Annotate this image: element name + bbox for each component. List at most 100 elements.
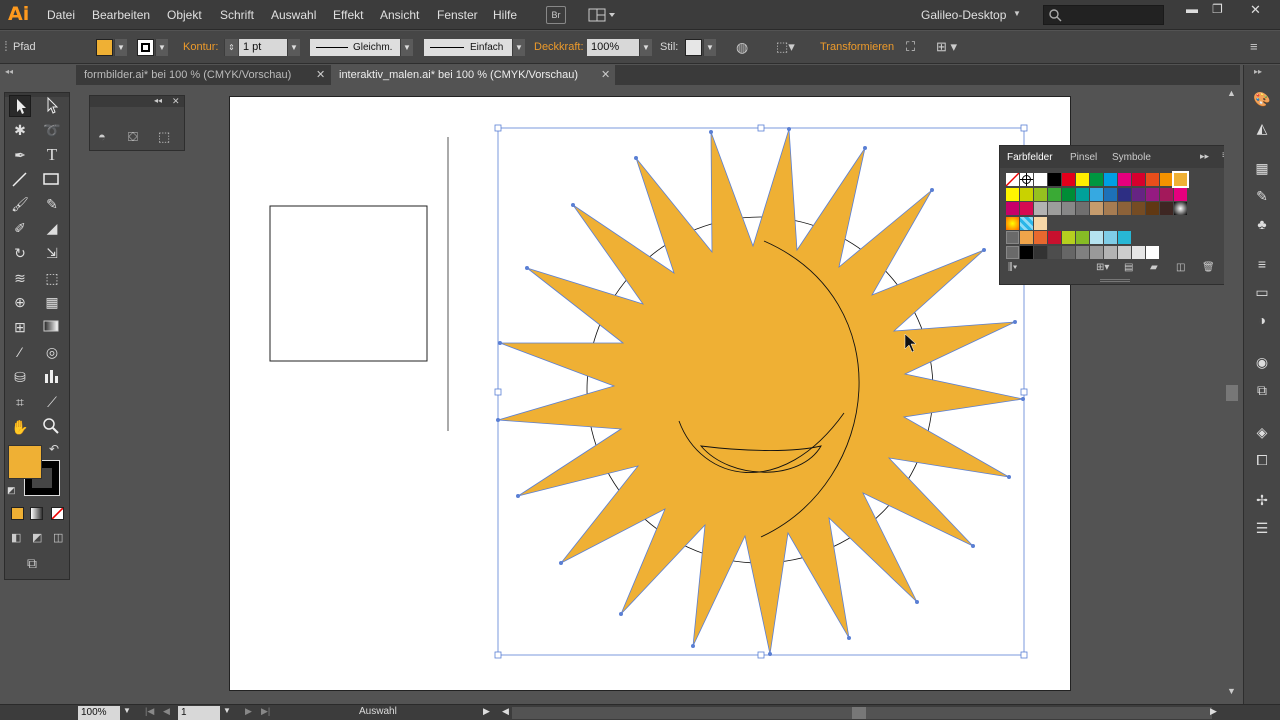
color-swatch[interactable]: [1160, 187, 1173, 201]
search-input[interactable]: [1043, 5, 1164, 25]
none-mode-icon[interactable]: [51, 507, 64, 520]
paintbrush-icon[interactable]: 🖌: [9, 193, 31, 215]
restore-icon[interactable]: ❐: [1212, 2, 1223, 16]
zoom-tool-icon[interactable]: [41, 416, 63, 438]
color-swatch[interactable]: [1062, 231, 1075, 244]
isolate-group-icon[interactable]: ⛶: [906, 39, 915, 55]
new-swatch-icon[interactable]: ◫: [1176, 262, 1185, 273]
color-swatch[interactable]: [1160, 173, 1173, 186]
arrange-icon[interactable]: ⊞ ▾: [936, 39, 957, 55]
color-swatch[interactable]: [1104, 173, 1117, 186]
new-group-icon[interactable]: ▰: [1150, 262, 1158, 273]
gradient-mode-icon[interactable]: [30, 507, 43, 520]
color-swatch[interactable]: [1062, 173, 1075, 186]
color-swatch[interactable]: [1104, 202, 1117, 215]
color-swatch[interactable]: [1020, 202, 1033, 215]
color-swatch[interactable]: [1076, 202, 1089, 215]
chevron-down-icon[interactable]: ▼: [1013, 9, 1021, 18]
stroke-weight-stepper[interactable]: ⇕: [224, 39, 238, 56]
delete-swatch-icon[interactable]: 🗑: [1202, 262, 1215, 273]
color-swatch[interactable]: [1146, 187, 1159, 201]
gradient-icon[interactable]: ▭: [1252, 283, 1272, 301]
status-menu-icon[interactable]: ▶: [483, 706, 490, 717]
color-swatch[interactable]: [1006, 231, 1019, 244]
first-artboard-icon[interactable]: |◀: [145, 706, 154, 717]
color-swatch[interactable]: [1146, 245, 1159, 259]
last-artboard-icon[interactable]: ▶|: [261, 706, 270, 717]
swap-fill-stroke-icon[interactable]: ↶: [49, 442, 59, 456]
vertical-scrollbar[interactable]: ▲ ▼: [1224, 85, 1240, 705]
menu-bearbeiten[interactable]: Bearbeiten: [92, 8, 150, 22]
prev-artboard-icon[interactable]: ◀: [163, 706, 170, 717]
zoom-dropdown-icon[interactable]: ▼: [123, 706, 131, 715]
color-swatch[interactable]: [1118, 187, 1131, 201]
pencil-icon[interactable]: ✎: [41, 193, 63, 215]
rotate-tool-icon[interactable]: ↻: [9, 242, 31, 264]
color-swatch[interactable]: [1118, 231, 1131, 244]
color-swatch[interactable]: [1020, 245, 1033, 259]
blob-brush-icon[interactable]: ✐: [9, 217, 31, 239]
symbol-sprayer-icon[interactable]: ⛁: [9, 366, 31, 388]
color-swatch[interactable]: [1076, 231, 1089, 244]
symbols-icon[interactable]: ♣: [1252, 215, 1272, 233]
fill-dropdown[interactable]: ▼: [114, 39, 127, 56]
color-swatch[interactable]: [1146, 202, 1159, 215]
slice-tool-icon[interactable]: ⟋: [41, 391, 63, 413]
color-icon[interactable]: ◭: [1252, 119, 1272, 137]
gradient-tool-icon[interactable]: [41, 316, 63, 338]
horizontal-scrollbar[interactable]: [512, 707, 1212, 719]
color-swatch[interactable]: [1062, 202, 1075, 215]
color-swatch[interactable]: [1174, 202, 1187, 215]
rectangle-tool-icon[interactable]: [41, 169, 63, 191]
stroke-dropdown[interactable]: ▼: [155, 39, 168, 56]
color-swatch[interactable]: [1034, 173, 1047, 186]
color-swatch[interactable]: [1090, 202, 1103, 215]
color-swatch[interactable]: [1006, 202, 1019, 215]
next-artboard-icon[interactable]: ▶: [245, 706, 252, 717]
color-swatch[interactable]: [1132, 173, 1145, 186]
color-swatch[interactable]: [1118, 202, 1131, 215]
stroke-weight-dropdown[interactable]: ▼: [287, 39, 300, 56]
color-swatch[interactable]: [1118, 173, 1131, 186]
line-tool-icon[interactable]: [9, 169, 31, 191]
color-swatch[interactable]: [1020, 216, 1033, 230]
selection-icon[interactable]: ⬚: [158, 129, 170, 145]
transform-label[interactable]: Transformieren: [820, 41, 894, 53]
show-kinds-icon[interactable]: ⊞▾: [1096, 262, 1109, 273]
menu-objekt[interactable]: Objekt: [167, 8, 202, 22]
kontur-label[interactable]: Kontur:: [183, 41, 218, 53]
color-swatch[interactable]: [1172, 171, 1189, 188]
color-guide-icon[interactable]: 🎨: [1252, 90, 1272, 108]
menu-effekt[interactable]: Effekt: [333, 8, 363, 22]
transform-icon[interactable]: ✢: [1252, 491, 1272, 509]
color-swatch[interactable]: [1118, 245, 1131, 259]
artboard[interactable]: [229, 96, 1071, 691]
color-swatch[interactable]: [1062, 245, 1075, 259]
artboards-icon[interactable]: ⧠: [1252, 451, 1272, 469]
scroll-right-icon[interactable]: ▶: [1210, 706, 1217, 717]
color-swatch[interactable]: [1020, 231, 1033, 244]
color-swatch[interactable]: [1160, 202, 1173, 215]
magic-wand-icon[interactable]: ✱: [9, 119, 31, 141]
profile-dropdown[interactable]: ▼: [400, 39, 413, 56]
color-swatch[interactable]: [1090, 231, 1103, 244]
color-swatch[interactable]: [1048, 187, 1061, 201]
brushes-icon[interactable]: ✎: [1252, 187, 1272, 205]
collapse-left-icon[interactable]: ◂◂: [5, 67, 13, 76]
artboard-tool-icon[interactable]: ⌗: [9, 391, 31, 413]
menu-hilfe[interactable]: Hilfe: [493, 8, 517, 22]
color-swatch[interactable]: [1076, 245, 1089, 259]
close-icon[interactable]: ✕: [1250, 2, 1261, 18]
color-swatch[interactable]: [1090, 173, 1103, 186]
menu-schrift[interactable]: Schrift: [220, 8, 254, 22]
blend-tool-icon[interactable]: ◎: [41, 341, 63, 363]
close-icon[interactable]: ✕: [172, 96, 180, 107]
menu-ansicht[interactable]: Ansicht: [380, 8, 419, 22]
layers-icon[interactable]: ◈: [1252, 423, 1272, 441]
color-swatch[interactable]: [1104, 231, 1117, 244]
default-colors-icon[interactable]: ◩: [7, 485, 16, 496]
brush-dropdown[interactable]: ▼: [512, 39, 525, 56]
live-paint-bucket-icon[interactable]: ◓: [98, 129, 106, 144]
color-swatch[interactable]: [1174, 187, 1187, 201]
color-swatch[interactable]: [1048, 173, 1061, 186]
